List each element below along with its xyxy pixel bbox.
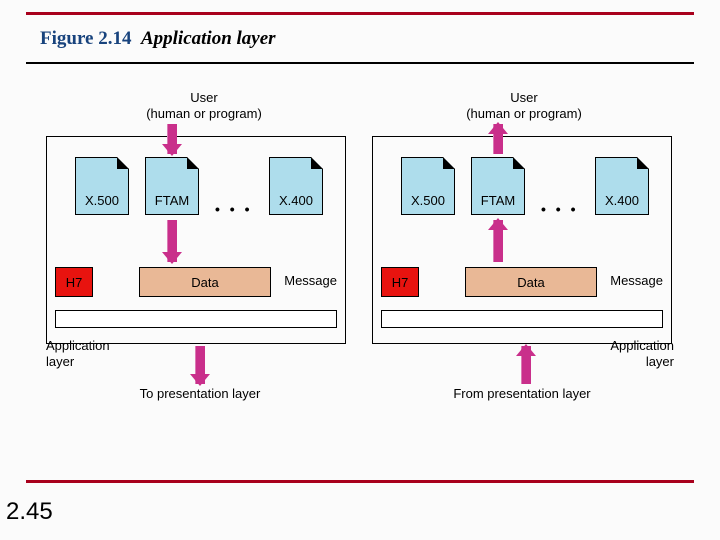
bottom-rule [26,480,694,483]
protocol-doc-x500: X.500 [401,157,455,215]
protocol-doc-ftam: FTAM [145,157,199,215]
user-line2: (human or program) [146,106,262,121]
message-row: H7 Data Message [55,267,337,303]
arrow-up-icon [490,220,506,262]
protocol-doc-ftam: FTAM [471,157,525,215]
figure-number: Figure 2.14 [40,28,131,49]
top-rule [26,12,694,15]
arrow-up-icon [518,346,534,384]
header-h7: H7 [55,267,93,297]
protocol-row: X.500 FTAM • • • X.400 [373,157,671,221]
arrow-up-icon [490,124,506,154]
protocol-row: X.500 FTAM • • • X.400 [47,157,345,221]
panel-sender: X.500 FTAM • • • X.400 H7 Data Message [46,136,346,344]
arrow-down-icon [164,124,180,154]
header-h7: H7 [381,267,419,297]
user-line2: (human or program) [466,106,582,121]
inner-band [381,310,663,328]
figure-caption: Application layer [141,28,276,49]
from-presentation-label: From presentation layer [422,386,622,401]
message-label: Message [610,273,663,288]
inner-band [55,310,337,328]
panel-receiver: X.500 FTAM • • • X.400 H7 Data Message [372,136,672,344]
layer-label-right: Application layer [584,338,674,369]
arrow-down-icon [192,346,208,384]
message-row: H7 Data Message [381,267,663,303]
title-underline [26,62,694,64]
data-box: Data [139,267,271,297]
user-line1: User [190,90,217,105]
user-line1: User [510,90,537,105]
user-label-right: User (human or program) [454,90,594,121]
slide-number: 2.45 [6,498,53,526]
user-label-left: User (human or program) [134,90,274,121]
arrow-down-icon [164,220,180,262]
protocol-doc-x500: X.500 [75,157,129,215]
data-box: Data [465,267,597,297]
ellipsis-icon: • • • [215,201,252,217]
message-label: Message [284,273,337,288]
ellipsis-icon: • • • [541,201,578,217]
protocol-doc-x400: X.400 [595,157,649,215]
diagram: User (human or program) User (human or p… [40,90,680,410]
figure-title: Figure 2.14 Application layer [40,28,276,50]
layer-label-left: Application layer [46,338,136,369]
protocol-doc-x400: X.400 [269,157,323,215]
to-presentation-label: To presentation layer [100,386,300,401]
